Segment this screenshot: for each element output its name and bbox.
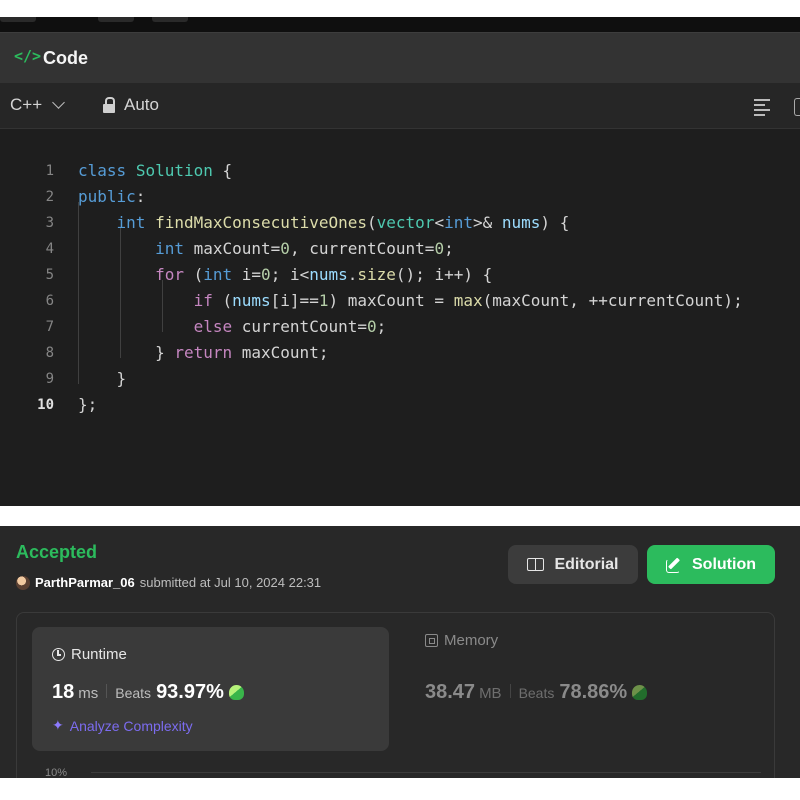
- runtime-stats: 18 ms Beats 93.97%: [52, 681, 244, 704]
- tab-stub[interactable]: [98, 17, 134, 22]
- code-line-text: for (int i=0; i<nums.size(); i++) {: [155, 265, 493, 284]
- line-number: 3: [45, 215, 54, 231]
- solution-label: Solution: [692, 555, 756, 573]
- code-line: 10 };: [0, 392, 800, 418]
- code-line: 2 public:: [0, 184, 800, 210]
- top-tab-strip: [0, 17, 800, 32]
- line-number: 6: [45, 293, 54, 309]
- memory-heading[interactable]: Memory: [425, 632, 498, 649]
- lock-icon: [102, 97, 116, 113]
- line-number: 8: [45, 345, 54, 361]
- submission-result-panel: Accepted ParthParmar_06 submitted at Jul…: [0, 526, 800, 778]
- memory-stats: 38.47 MB Beats 78.86%: [425, 681, 648, 704]
- runtime-card[interactable]: Runtime 18 ms Beats 93.97% ✦ Analyze Com…: [32, 627, 389, 751]
- code-line-text: int findMaxConsecutiveOnes(vector<int>& …: [116, 213, 570, 232]
- memory-unit: MB: [479, 685, 502, 702]
- runtime-unit: ms: [78, 685, 99, 702]
- language-label: C++: [10, 95, 43, 114]
- editorial-button[interactable]: Editorial: [508, 545, 638, 584]
- line-number: 5: [45, 267, 54, 283]
- username-link[interactable]: ParthParmar_06: [35, 575, 135, 590]
- avatar[interactable]: [16, 575, 30, 590]
- code-line: 4 int maxCount=0, currentCount=0;: [0, 236, 800, 262]
- code-line-text: public:: [78, 187, 146, 206]
- chart-tick-label: 10%: [45, 767, 68, 778]
- line-number-active: 10: [37, 397, 54, 413]
- memory-chip-icon: [425, 634, 438, 647]
- code-title: Code: [43, 48, 88, 68]
- line-number: 4: [45, 241, 54, 257]
- code-line: 9 }: [0, 366, 800, 392]
- editorial-label: Editorial: [554, 555, 619, 573]
- solution-button[interactable]: Solution: [647, 545, 775, 584]
- divider: [509, 684, 511, 698]
- page-bottom: [0, 778, 800, 800]
- submitted-timestamp: submitted at Jul 10, 2024 22:31: [139, 575, 322, 590]
- tab-stub[interactable]: [0, 17, 36, 22]
- runtime-value: 18: [52, 681, 75, 703]
- book-icon: [527, 558, 545, 571]
- memory-beats-label: Beats: [518, 685, 555, 701]
- clock-icon: [52, 648, 65, 661]
- runtime-beats-percent: 93.97%: [156, 681, 224, 703]
- divider: [106, 684, 108, 698]
- clapping-hands-icon: [632, 685, 648, 700]
- auto-mode-toggle[interactable]: Auto: [102, 95, 159, 115]
- memory-beats-percent: 78.86%: [559, 681, 628, 703]
- code-line: 6 if (nums[i]==1) maxCount = max(maxCoun…: [0, 288, 800, 314]
- chart-gridline: [91, 772, 761, 773]
- line-number: 9: [45, 371, 54, 387]
- memory-value: 38.47: [425, 681, 476, 703]
- code-line: 7 else currentCount=0;: [0, 314, 800, 340]
- code-line-text: };: [78, 395, 98, 414]
- runtime-beats-label: Beats: [115, 685, 152, 701]
- analyze-label: Analyze Complexity: [69, 717, 193, 734]
- sparkle-icon: ✦: [52, 717, 64, 733]
- code-line-text: }: [78, 369, 127, 388]
- stats-box: Runtime 18 ms Beats 93.97% ✦ Analyze Com…: [16, 612, 775, 778]
- memory-label: Memory: [444, 632, 499, 649]
- line-number: 7: [45, 319, 54, 335]
- code-line-text: } return maxCount;: [78, 343, 329, 362]
- code-line: 8 } return maxCount;: [0, 340, 800, 366]
- code-editor[interactable]: 1 class Solution { 2 public: 3 int findM…: [0, 129, 800, 506]
- line-number: 1: [45, 163, 54, 179]
- format-code-icon[interactable]: [754, 99, 772, 116]
- runtime-heading: Runtime: [52, 646, 127, 663]
- code-line: 3 int findMaxConsecutiveOnes(vector<int>…: [0, 210, 800, 236]
- editor-toolbar: C++ Auto: [0, 84, 800, 129]
- status-accepted: Accepted: [16, 542, 98, 562]
- analyze-complexity-link[interactable]: ✦ Analyze Complexity: [52, 717, 193, 734]
- clapping-hands-icon: [228, 685, 244, 700]
- code-line: 5 for (int i=0; i<nums.size(); i++) {: [0, 262, 800, 288]
- line-number: 2: [45, 189, 54, 205]
- tab-stub[interactable]: [152, 17, 188, 22]
- code-line-text: else currentCount=0;: [193, 317, 387, 336]
- code-line-text: class Solution {: [78, 161, 233, 180]
- code-brackets-icon: </>: [14, 47, 42, 65]
- code-panel: </> Code C++ Auto 1 class Solution { 2 p…: [0, 17, 800, 506]
- code-line-text: int maxCount=0, currentCount=0;: [155, 239, 454, 258]
- runtime-label: Runtime: [71, 646, 127, 663]
- code-line-text: if (nums[i]==1) maxCount = max(maxCount,…: [193, 291, 743, 310]
- panel-gap: [0, 506, 800, 526]
- language-select[interactable]: C++: [10, 95, 66, 115]
- auto-mode-label: Auto: [124, 95, 159, 114]
- edit-icon: [666, 556, 682, 573]
- code-header: </> Code: [0, 32, 800, 84]
- submission-info: ParthParmar_06 submitted at Jul 10, 2024…: [16, 575, 321, 590]
- bookmark-icon[interactable]: [794, 98, 800, 116]
- code-line: 1 class Solution {: [0, 158, 800, 184]
- chevron-down-icon: [52, 96, 66, 109]
